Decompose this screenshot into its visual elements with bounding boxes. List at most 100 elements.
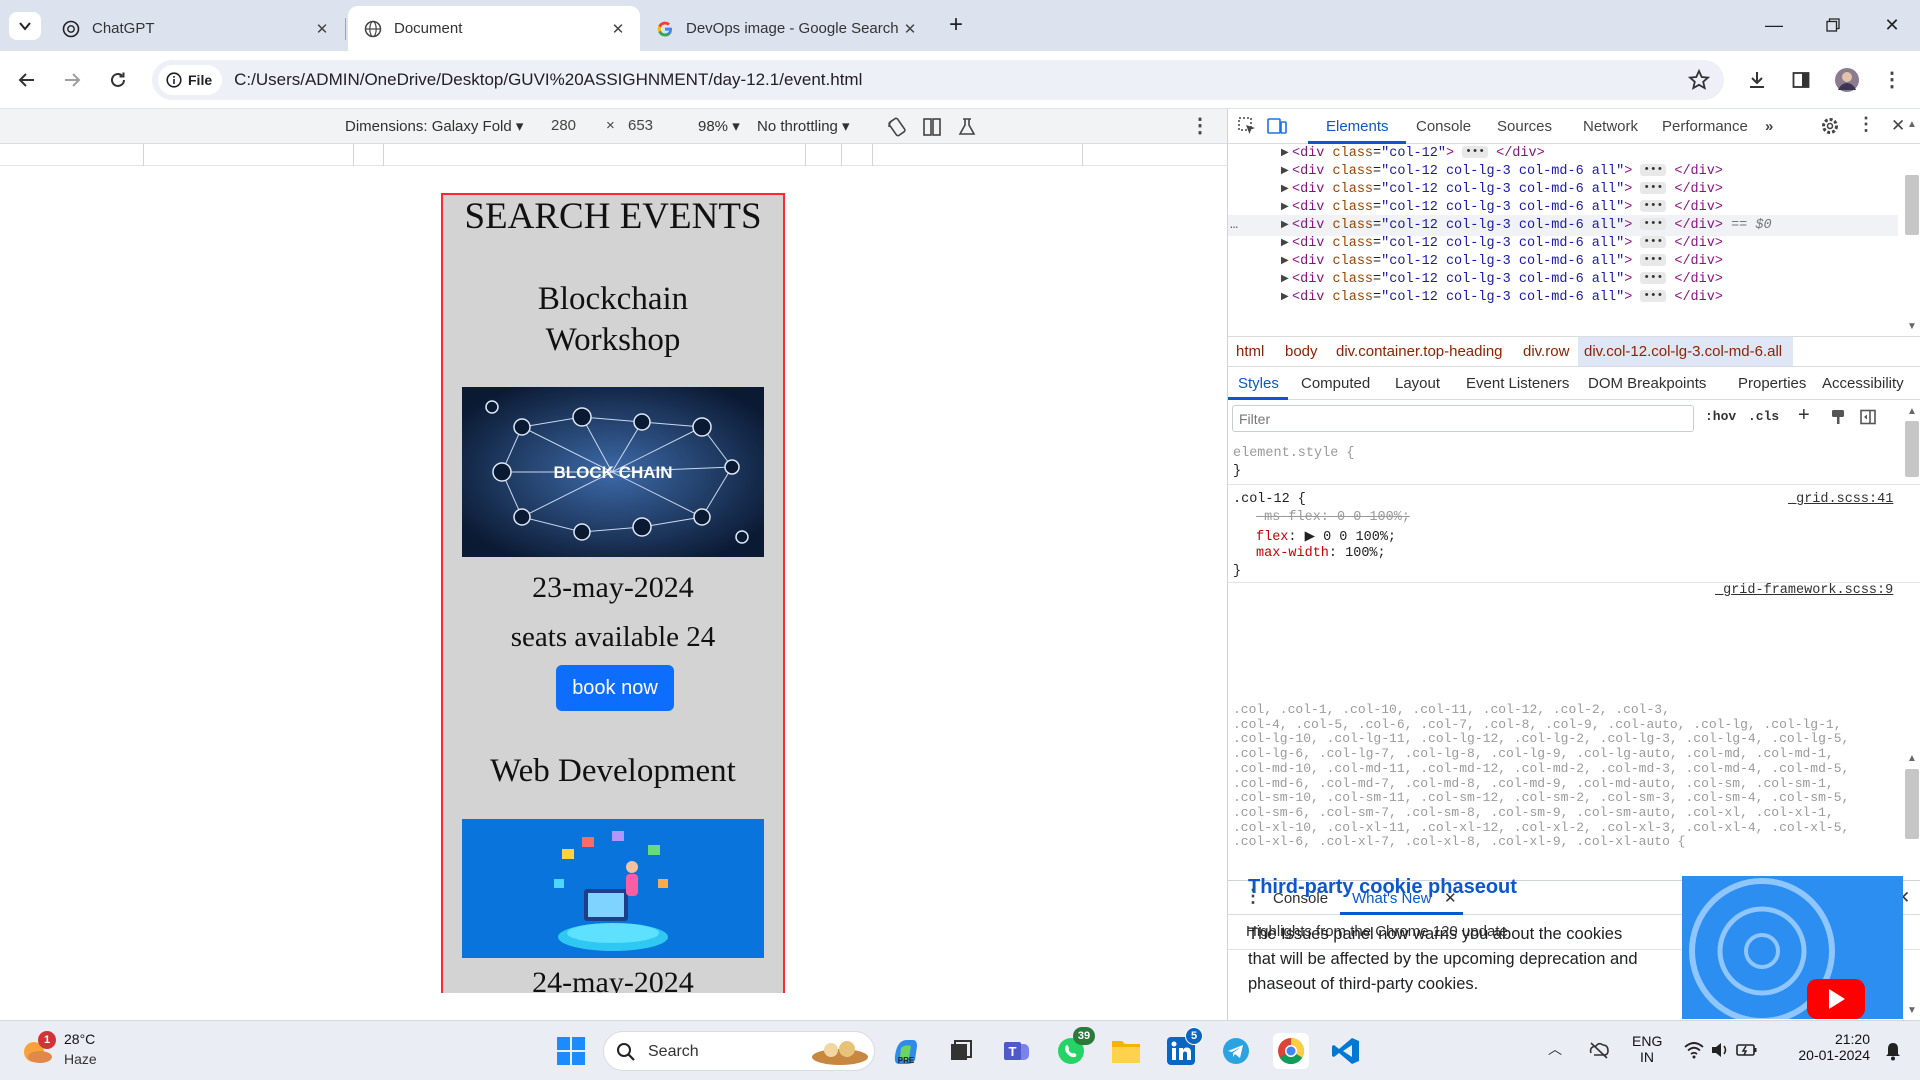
language-indicator[interactable]: ENG IN (1632, 1033, 1662, 1065)
breadcrumb-item[interactable]: body (1285, 343, 1318, 360)
rotate-icon[interactable] (886, 116, 908, 138)
tab-console[interactable]: Console (1416, 118, 1471, 135)
kebab-icon[interactable]: ⋮ (1857, 114, 1875, 135)
taskbar-vscode[interactable] (1328, 1033, 1364, 1069)
tab-elements[interactable]: Elements (1326, 118, 1389, 135)
tab-performance[interactable]: Performance (1662, 118, 1748, 135)
reload-button[interactable] (103, 65, 133, 95)
menu-button[interactable]: ⋮ (1877, 65, 1907, 95)
inspect-element-icon[interactable] (1237, 116, 1257, 136)
close-icon[interactable]: ✕ (312, 20, 332, 38)
more-options-icon[interactable]: ⋮ (1190, 113, 1210, 138)
scroll-up-arrow[interactable]: ▲ (1907, 406, 1917, 417)
profile-avatar[interactable] (1832, 65, 1862, 95)
book-now-button[interactable]: book now (556, 665, 674, 711)
ellipsis-icon[interactable]: ••• (1640, 236, 1667, 249)
breadcrumb-item[interactable]: html (1236, 343, 1264, 360)
close-icon[interactable]: ✕ (608, 20, 628, 38)
subtab-dom-breakpoints[interactable]: DOM Breakpoints (1588, 375, 1706, 392)
taskbar-file-explorer[interactable] (1108, 1033, 1144, 1069)
address-bar[interactable]: File C:/Users/ADMIN/OneDrive/Desktop/GUV… (152, 60, 1724, 100)
restore-button[interactable] (1817, 12, 1849, 38)
new-tab-button[interactable]: + (940, 11, 972, 38)
subtab-event-listeners[interactable]: Event Listeners (1466, 375, 1569, 392)
side-panel-button[interactable] (1786, 65, 1816, 95)
scroll-down-arrow[interactable]: ▼ (1907, 321, 1917, 332)
taskbar-teams[interactable]: T (998, 1033, 1034, 1069)
tab-sources[interactable]: Sources (1497, 118, 1552, 135)
scroll-down-arrow[interactable]: ▼ (1907, 1005, 1917, 1016)
device-dimensions-select[interactable]: Dimensions: Galaxy Fold ▾ (345, 117, 523, 135)
weather-widget[interactable]: 1 (20, 1031, 56, 1065)
drawer-scrollbar-thumb[interactable] (1905, 769, 1919, 839)
ellipsis-icon[interactable]: ••• (1640, 272, 1667, 285)
clock[interactable]: 21:20 20-01-2024 (1790, 1031, 1870, 1063)
volume-icon[interactable] (1710, 1040, 1730, 1060)
sensors-icon[interactable] (956, 116, 978, 138)
wifi-icon[interactable] (1684, 1041, 1704, 1059)
more-tabs-icon[interactable]: » (1765, 118, 1773, 135)
ellipsis-icon[interactable]: ••• (1640, 218, 1667, 231)
css-declaration-flex[interactable]: flex: ▶ 0 0 100%; (1256, 528, 1396, 545)
tab-network[interactable]: Network (1583, 118, 1638, 135)
taskbar-linkedin[interactable]: 5 (1163, 1027, 1203, 1069)
subtab-layout[interactable]: Layout (1395, 375, 1440, 392)
tab-google-search[interactable]: DevOps image - Google Search ✕ (640, 6, 932, 51)
breadcrumb-item[interactable]: div.container.top-heading (1336, 343, 1503, 360)
settings-gear-icon[interactable] (1820, 116, 1840, 136)
cls-toggle[interactable]: .cls (1748, 409, 1779, 424)
subtab-styles[interactable]: Styles (1238, 375, 1279, 392)
css-declaration-overridden[interactable]: -ms-flex: 0 0 100%; (1256, 510, 1410, 525)
scroll-up-arrow[interactable]: ▲ (1907, 753, 1917, 764)
chevron-up-icon[interactable]: ︿ (1548, 1039, 1562, 1059)
hov-toggle[interactable]: :hov (1705, 409, 1736, 424)
device-toggle-icon[interactable] (1266, 116, 1288, 136)
ellipsis-icon[interactable]: ••• (1640, 290, 1667, 303)
taskbar-search-box[interactable]: Search (603, 1031, 875, 1071)
ellipsis-icon[interactable]: ••• (1640, 254, 1667, 267)
tab-document[interactable]: Document ✕ (348, 6, 640, 51)
rule-source-link[interactable]: _grid-framework.scss:9 (1715, 583, 1893, 598)
taskbar-whatsapp[interactable]: 39 (1053, 1027, 1095, 1069)
zoom-select[interactable]: 98% ▾ (698, 117, 740, 135)
close-window-button[interactable]: ✕ (1876, 12, 1908, 38)
tab-search-button[interactable] (9, 12, 41, 40)
sidebar-toggle-icon[interactable] (1859, 408, 1877, 426)
url-text[interactable]: C:/Users/ADMIN/OneDrive/Desktop/GUVI%20A… (234, 70, 862, 90)
dom-scrollbar-thumb[interactable] (1905, 175, 1919, 235)
rule-selector[interactable]: .col-12 { (1233, 492, 1306, 507)
width-input[interactable]: 280 (551, 117, 576, 134)
paint-brush-icon[interactable] (1829, 408, 1847, 426)
expand-triangle-icon[interactable]: ▶ (1305, 530, 1315, 545)
height-input[interactable]: 653 (628, 117, 653, 134)
subtab-computed[interactable]: Computed (1301, 375, 1370, 392)
rule-source-link[interactable]: _grid.scss:41 (1788, 492, 1893, 507)
dual-screen-icon[interactable] (921, 116, 943, 138)
expand-triangle-icon[interactable]: ▶ (1281, 287, 1289, 308)
taskbar-chrome[interactable] (1273, 1033, 1309, 1069)
notification-bell-icon[interactable] (1884, 1041, 1902, 1061)
breadcrumb-item[interactable]: div.row (1523, 343, 1569, 360)
tab-chatgpt[interactable]: ChatGPT ✕ (46, 6, 344, 51)
dom-node-row[interactable]: ▶ <div class="col-12 col-lg-3 col-md-6 al… (1228, 287, 1898, 308)
back-button[interactable] (12, 65, 42, 95)
styles-scrollbar-thumb[interactable] (1905, 421, 1919, 477)
whats-new-video-thumbnail[interactable] (1682, 876, 1903, 1019)
css-declaration-max-width[interactable]: max-width: 100%; (1256, 546, 1386, 561)
ellipsis-icon[interactable]: ••• (1640, 200, 1667, 213)
ellipsis-icon[interactable]: ••• (1640, 164, 1667, 177)
taskbar-telegram[interactable] (1218, 1033, 1254, 1069)
ellipsis-icon[interactable]: ••• (1640, 182, 1667, 195)
bookmark-star-icon[interactable] (1688, 69, 1710, 91)
element-style-rule[interactable]: element.style { (1233, 446, 1355, 461)
subtab-accessibility[interactable]: Accessibility (1822, 375, 1904, 392)
scroll-up-arrow[interactable]: ▲ (1907, 119, 1917, 130)
taskbar-task-view[interactable] (943, 1033, 979, 1069)
new-rule-plus-icon[interactable]: + (1798, 404, 1810, 427)
start-button[interactable] (553, 1033, 589, 1069)
subtab-properties[interactable]: Properties (1738, 375, 1806, 392)
downloads-button[interactable] (1742, 65, 1772, 95)
network-offline-icon[interactable] (1588, 1041, 1610, 1059)
forward-button[interactable] (57, 65, 87, 95)
site-info-chip[interactable]: File (158, 65, 223, 95)
